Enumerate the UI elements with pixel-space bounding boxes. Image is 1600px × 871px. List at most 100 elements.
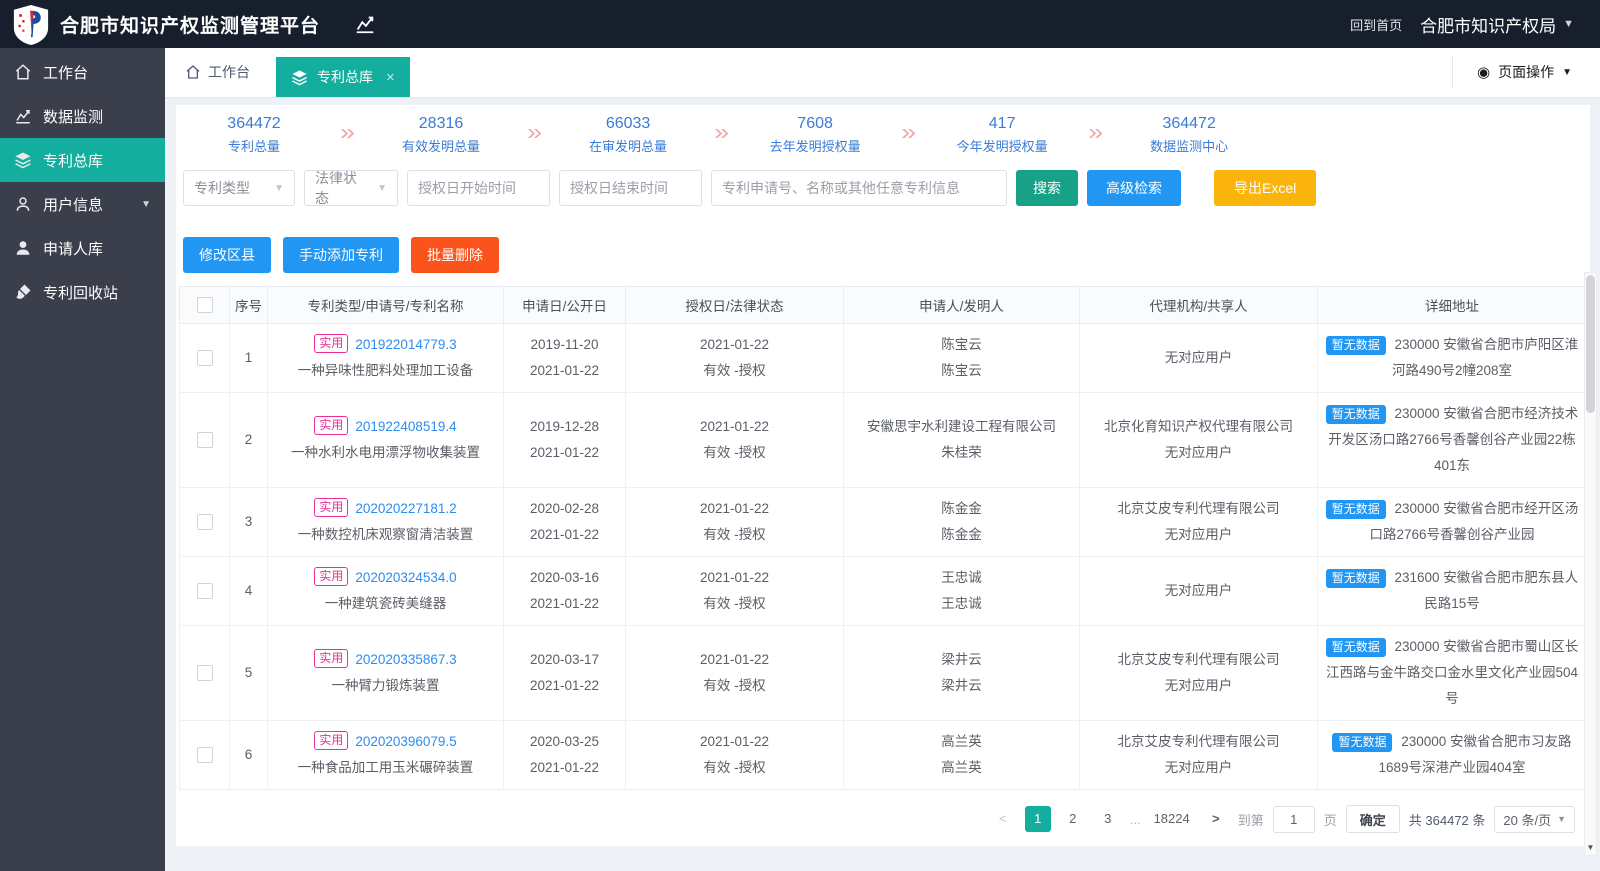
patent-number-link[interactable]: 201922014779.3 — [355, 337, 456, 352]
patent-type-badge: 实用 — [314, 649, 348, 668]
batch-delete-button[interactable]: 批量删除 — [411, 237, 499, 273]
sidebar-item-patent-recycle[interactable]: 专利回收站 — [0, 270, 165, 314]
agency-name: 北京艾皮专利代理有限公司 — [1086, 496, 1311, 522]
page-button-3[interactable]: 3 — [1095, 806, 1121, 832]
advanced-search-button[interactable]: 高级检索 — [1087, 170, 1181, 206]
next-page-button[interactable]: > — [1203, 806, 1229, 832]
patent-type-badge: 实用 — [314, 567, 348, 586]
page-button-1[interactable]: 1 — [1025, 806, 1051, 832]
inventor-name: 朱桂荣 — [850, 440, 1073, 466]
sidebar-item-user-info[interactable]: 用户信息 ▼ — [0, 182, 165, 226]
no-data-badge: 暂无数据 — [1332, 733, 1392, 752]
sharer-name: 无对应用户 — [1086, 578, 1311, 604]
legal-status: 有效 -授权 — [632, 755, 837, 781]
row-checkbox[interactable] — [197, 514, 213, 530]
sharer-name: 无对应用户 — [1086, 440, 1311, 466]
sidebar-item-applicant-library[interactable]: 申请人库 — [0, 226, 165, 270]
auth-date-end-input[interactable] — [559, 170, 702, 206]
keyword-search-input[interactable] — [711, 170, 1007, 206]
sidebar-item-workbench[interactable]: 工作台 — [0, 50, 165, 94]
tab-patent-library[interactable]: 专利总库 × — [276, 57, 410, 97]
patent-name: 一种水利水电用漂浮物收集装置 — [274, 440, 497, 466]
close-icon[interactable]: × — [386, 69, 395, 86]
agency-cell: 无对应用户 — [1080, 557, 1318, 626]
patent-number-link[interactable]: 202020335867.3 — [355, 652, 456, 667]
row-index: 3 — [230, 488, 268, 557]
publish-date: 2021-01-22 — [510, 755, 619, 781]
select-label: 法律状态 — [315, 168, 369, 208]
prev-page-button[interactable]: < — [990, 806, 1016, 832]
stat-data-center: 364472 数据监测中心 — [1130, 115, 1248, 155]
page-size-select[interactable]: 20 条/页 ▼ — [1494, 806, 1575, 833]
row-checkbox[interactable] — [197, 747, 213, 763]
user-solid-icon — [14, 239, 32, 257]
page-button-last[interactable]: 18224 — [1150, 806, 1194, 832]
inventor-name: 高兰英 — [850, 755, 1073, 781]
agency-cell: 北京艾皮专利代理有限公司无对应用户 — [1080, 488, 1318, 557]
row-checkbox[interactable] — [197, 583, 213, 599]
tab-label: 专利总库 — [317, 67, 373, 87]
table-row: 2 实用201922408519.4 一种水利水电用漂浮物收集装置 2019-1… — [180, 393, 1587, 488]
patent-table: 序号 专利类型/申请号/专利名称 申请日/公开日 授权日/法律状态 申请人/发明… — [179, 286, 1587, 790]
breadcrumb-workbench[interactable]: 工作台 — [185, 47, 250, 97]
double-chevron-icon: » — [714, 120, 729, 150]
table-row: 6 实用202020396079.5 一种食品加工用玉米碾碎装置 2020-03… — [180, 721, 1587, 790]
row-checkbox[interactable] — [197, 350, 213, 366]
export-excel-button[interactable]: 导出Excel — [1214, 170, 1316, 206]
patent-number-link[interactable]: 201922408519.4 — [355, 419, 456, 434]
scrollbar-thumb[interactable] — [1586, 275, 1595, 413]
patent-number-link[interactable]: 202020227181.2 — [355, 501, 456, 516]
column-header-agency: 代理机构/共享人 — [1080, 287, 1318, 324]
legal-status: 有效 -授权 — [632, 358, 837, 384]
back-home-link[interactable]: 回到首页 — [1350, 15, 1402, 34]
column-header-applicant: 申请人/发明人 — [844, 287, 1080, 324]
patent-number-link[interactable]: 202020396079.5 — [355, 734, 456, 749]
org-dropdown[interactable]: 合肥市知识产权局 ▼ — [1420, 12, 1574, 37]
goto-page-input[interactable] — [1273, 806, 1315, 833]
modify-district-button[interactable]: 修改区县 — [183, 237, 271, 273]
breadcrumb-label: 工作台 — [208, 62, 250, 82]
stat-label: 去年发明授权量 — [756, 136, 874, 155]
select-all-checkbox[interactable] — [197, 297, 213, 313]
patent-type-badge: 实用 — [314, 334, 348, 353]
page-actions-label: 页面操作 — [1498, 62, 1554, 82]
double-chevron-icon: » — [901, 120, 916, 150]
applicant-name: 安徽思宇水利建设工程有限公司 — [850, 414, 1073, 440]
row-checkbox[interactable] — [197, 432, 213, 448]
sidebar-item-label: 专利总库 — [43, 150, 103, 171]
sidebar-item-data-monitor[interactable]: 数据监测 — [0, 94, 165, 138]
chevron-down-icon: ▼ — [1557, 814, 1566, 824]
page-actions-dropdown[interactable]: ◉ 页面操作 ▼ — [1452, 57, 1600, 87]
column-header-index: 序号 — [230, 287, 268, 324]
address-text: 230000 安徽省合肥市经开区汤口路2766号香馨创谷产业园 — [1369, 501, 1578, 542]
sidebar-item-patent-library[interactable]: 专利总库 — [0, 138, 165, 182]
legal-status-select[interactable]: 法律状态 ▼ — [304, 170, 398, 206]
sidebar-item-label: 工作台 — [43, 62, 88, 83]
auth-date: 2021-01-22 — [632, 414, 837, 440]
sidebar-item-label: 申请人库 — [43, 238, 103, 259]
patent-number-link[interactable]: 202020324534.0 — [355, 570, 456, 585]
apply-date: 2020-02-28 — [510, 496, 619, 522]
stat-pending-inventions: 66033 在审发明总量 — [569, 115, 687, 155]
auth-date-start-input[interactable] — [407, 170, 550, 206]
pagination-bar: < 1 2 3 ... 18224 > 到第 页 确定 共 364472 条 2… — [179, 790, 1587, 846]
manual-add-patent-button[interactable]: 手动添加专利 — [283, 237, 399, 273]
column-header-patent: 专利类型/申请号/专利名称 — [268, 287, 504, 324]
brush-icon — [14, 283, 32, 301]
legal-status: 有效 -授权 — [632, 673, 837, 699]
apply-date: 2020-03-25 — [510, 729, 619, 755]
vertical-scrollbar[interactable]: ▼ — [1584, 272, 1597, 856]
scroll-down-arrow[interactable]: ▼ — [1585, 840, 1596, 855]
pages-ellipsis: ... — [1130, 812, 1141, 827]
agency-name: 北京艾皮专利代理有限公司 — [1086, 647, 1311, 673]
search-button[interactable]: 搜索 — [1016, 170, 1078, 206]
patent-type-select[interactable]: 专利类型 ▼ — [183, 170, 295, 206]
address-text: 230000 安徽省合肥市庐阳区淮河路490号2幢208室 — [1391, 337, 1579, 378]
page-unit-label: 页 — [1324, 810, 1337, 829]
confirm-button[interactable]: 确定 — [1346, 805, 1400, 833]
column-header-dates: 申请日/公开日 — [504, 287, 626, 324]
sidebar: 工作台 数据监测 专利总库 用户信息 ▼ 申请人库 专利回收站 — [0, 48, 165, 871]
page-button-2[interactable]: 2 — [1060, 806, 1086, 832]
row-checkbox[interactable] — [197, 665, 213, 681]
row-index: 2 — [230, 393, 268, 488]
